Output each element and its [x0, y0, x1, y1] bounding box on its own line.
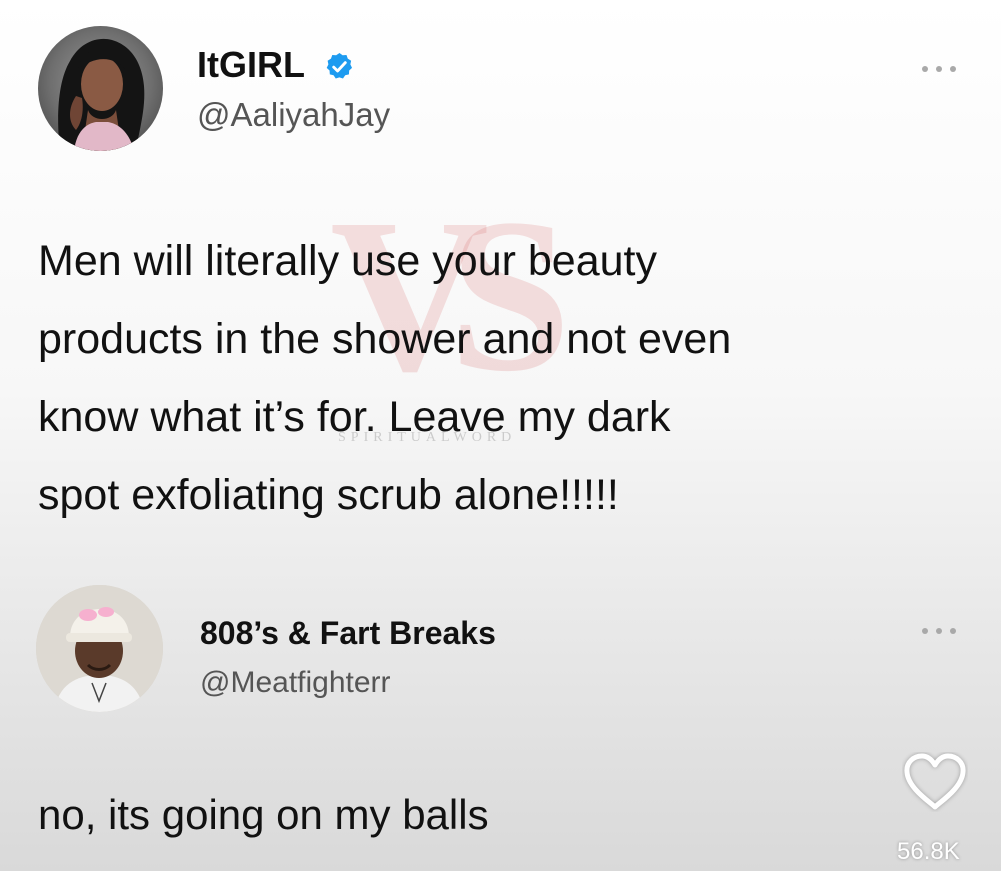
reply-tweet: 808’s & Fart Breaks @Meatfighterr no, it… — [0, 560, 1001, 871]
author-display-name[interactable]: ItGIRL — [197, 44, 305, 86]
reply-author-display-name[interactable]: 808’s & Fart Breaks — [200, 615, 496, 652]
author-avatar[interactable] — [38, 26, 163, 151]
dot-icon — [922, 628, 928, 634]
author-avatar-image — [58, 38, 145, 151]
like-count: 56.8K — [897, 838, 960, 865]
author-handle[interactable]: @AaliyahJay — [197, 96, 390, 134]
reply-author-avatar-image — [36, 585, 163, 712]
dot-icon — [950, 66, 956, 72]
dot-icon — [922, 66, 928, 72]
dot-icon — [936, 66, 942, 72]
more-options-icon[interactable] — [922, 64, 956, 74]
dot-icon — [950, 628, 956, 634]
tweet-text: Men will literally use your beauty produ… — [38, 237, 732, 519]
reply-text: no, its going on my balls — [38, 791, 489, 838]
reply-author-avatar[interactable] — [36, 585, 163, 712]
heart-icon[interactable] — [902, 752, 968, 812]
reply-author-handle[interactable]: @Meatfighterr — [200, 666, 391, 700]
more-options-icon[interactable] — [922, 626, 956, 636]
tweet: ItGIRL @AaliyahJay Men will literally us… — [0, 0, 1001, 560]
verified-badge-icon — [326, 52, 353, 79]
dot-icon — [936, 628, 942, 634]
